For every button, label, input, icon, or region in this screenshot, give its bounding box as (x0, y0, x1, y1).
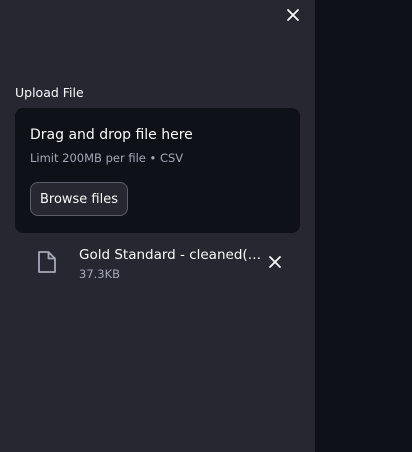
browse-files-button[interactable]: Browse files (30, 182, 128, 216)
close-icon (266, 253, 284, 271)
uploaded-file-item: Gold Standard - cleaned(1).csv 37.3KB (30, 238, 300, 288)
close-icon (282, 4, 304, 26)
uploaded-file-size: 37.3KB (79, 267, 121, 281)
sidebar-close-button[interactable] (282, 4, 304, 26)
uploaded-file-name: Gold Standard - cleaned(1).csv (79, 247, 269, 263)
dropzone-limit-text: Limit 200MB per file • CSV (30, 151, 184, 165)
remove-file-button[interactable] (266, 253, 284, 271)
file-icon (35, 249, 59, 275)
main-area (315, 0, 412, 452)
sidebar: Upload File Drag and drop file here Limi… (0, 0, 315, 452)
dropzone-title: Drag and drop file here (30, 127, 193, 143)
file-dropzone[interactable]: Drag and drop file here Limit 200MB per … (15, 108, 300, 233)
upload-file-label: Upload File (15, 85, 84, 100)
